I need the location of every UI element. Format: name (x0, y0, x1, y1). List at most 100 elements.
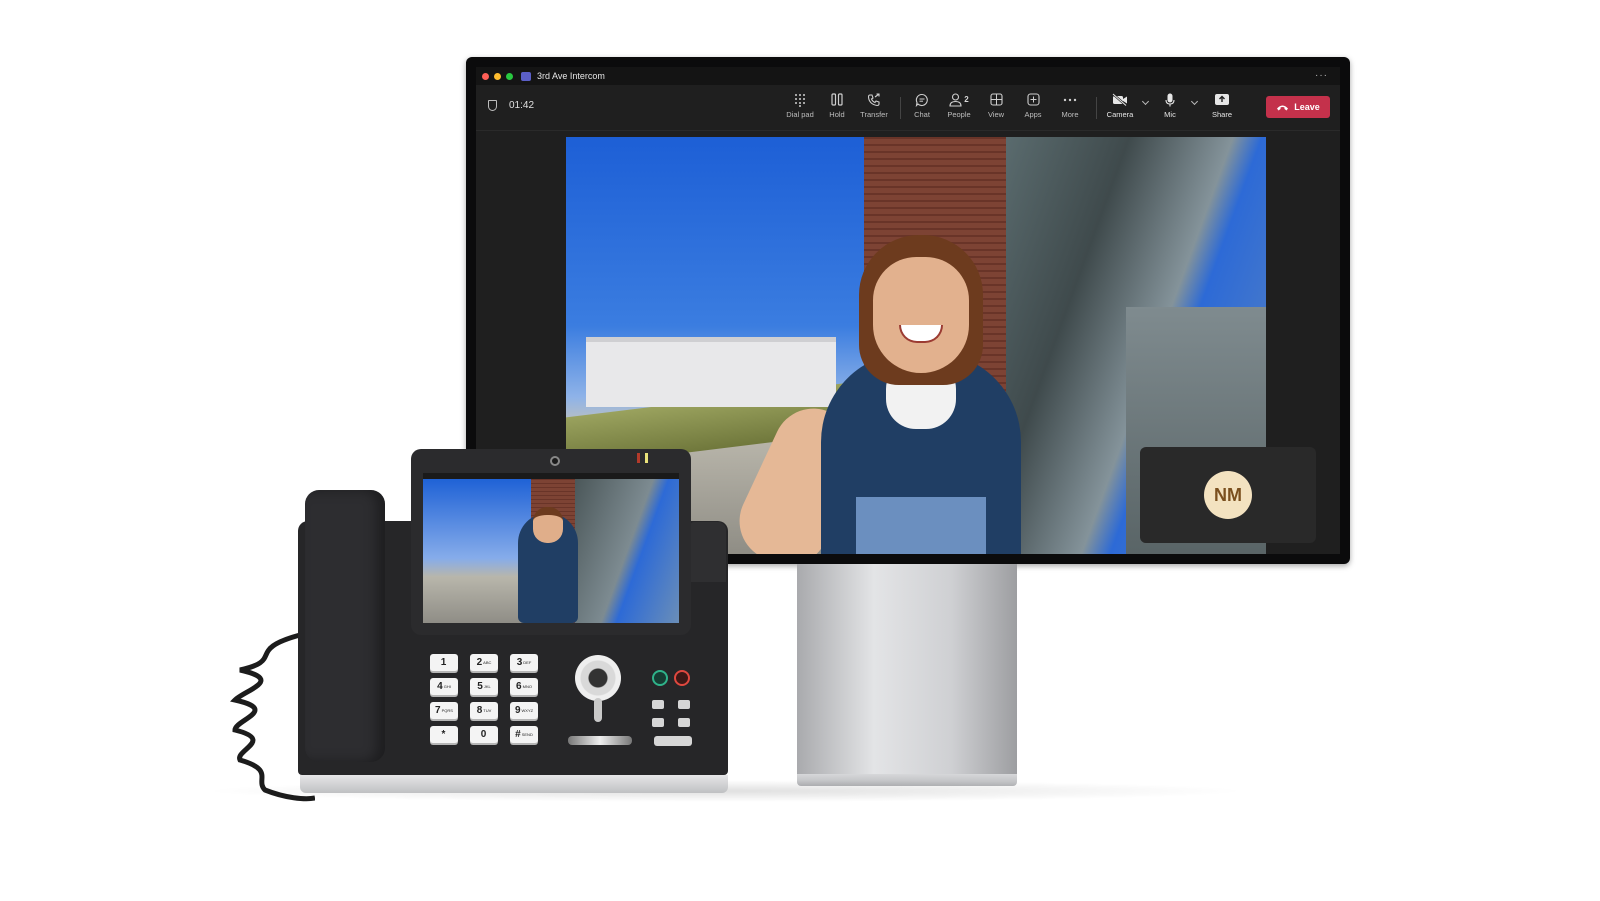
phone-video-glass (575, 479, 679, 623)
camera-button[interactable]: Camera (1102, 91, 1138, 123)
key-digit: 7 (435, 705, 441, 716)
phone-status-bar (423, 473, 679, 479)
window-more-icon[interactable]: ··· (1315, 70, 1328, 81)
self-view-tile[interactable]: NM (1140, 447, 1316, 543)
key-digit: 9 (514, 705, 521, 716)
share-screen-icon (1214, 91, 1230, 108)
mic-button[interactable]: Mic (1152, 91, 1188, 123)
key-7[interactable]: 7 PQRS (430, 702, 458, 719)
call-toolbar: 01:42 Dial pad Hold Transfer Chat 2 Peop… (476, 85, 1340, 131)
video-person-jeans (856, 497, 986, 554)
key-4[interactable]: 4 GHI (430, 678, 458, 695)
hang-up-icon (1277, 105, 1289, 110)
view-button[interactable]: View (978, 91, 1014, 123)
shield-icon (488, 100, 497, 111)
speakerphone-button[interactable] (654, 736, 692, 746)
close-window-dot[interactable] (482, 72, 489, 80)
monitor-stand (797, 564, 1017, 774)
key-letters: GHI (443, 684, 451, 689)
key-digit: 8 (476, 705, 483, 716)
video-person-face (873, 257, 969, 373)
key-1[interactable]: 1 (430, 654, 458, 671)
status-led-red (637, 453, 640, 463)
key-letters: TUV (483, 708, 492, 713)
phone-camera-icon (550, 456, 560, 466)
teams-app-icon (521, 71, 531, 81)
key-2[interactable]: 2 ABC (470, 654, 498, 671)
key-star[interactable]: * (430, 726, 458, 743)
key-digit: 2 (476, 657, 483, 668)
dial-pad-button[interactable]: Dial pad (782, 91, 818, 123)
volume-slider[interactable] (568, 736, 632, 745)
transfer-button[interactable]: Transfer (856, 91, 892, 123)
title-bar: 3rd Ave Intercom ··· (476, 67, 1340, 85)
key-letters: JKL (483, 684, 491, 689)
key-letters: MNO (522, 684, 532, 689)
dial-pad-label: Dial pad (786, 110, 814, 119)
people-button[interactable]: 2 People (941, 91, 977, 123)
chat-button[interactable]: Chat (904, 91, 940, 123)
phone-handset[interactable] (305, 490, 385, 762)
key-digit: # (515, 729, 521, 740)
headset-button[interactable] (652, 670, 668, 686)
key-8[interactable]: 8 TUV (470, 702, 498, 719)
key-9[interactable]: 9 WXYZ (510, 702, 538, 719)
transfer-label: Transfer (860, 110, 888, 119)
conference-button[interactable] (678, 718, 690, 727)
key-letters: SEND (521, 732, 533, 737)
people-count: 2 (964, 95, 969, 104)
hold-button[interactable]: Hold (819, 91, 855, 123)
grid-view-icon (989, 91, 1003, 108)
key-digit: 3 (516, 657, 523, 668)
apps-button[interactable]: Apps (1015, 91, 1051, 123)
chat-label: Chat (914, 110, 930, 119)
key-3[interactable]: 3 DEF (510, 654, 538, 671)
mute-button[interactable] (674, 670, 690, 686)
camera-label: Camera (1106, 110, 1134, 119)
video-building (586, 337, 836, 407)
phone-video-screen[interactable] (423, 473, 679, 623)
messages-button[interactable] (652, 700, 664, 709)
key-letters: DEF (523, 660, 532, 665)
add-apps-icon (1026, 91, 1040, 108)
people-icon (949, 92, 962, 107)
leave-label: Leave (1294, 102, 1320, 112)
more-button[interactable]: More (1052, 91, 1088, 123)
camera-options-chevron-icon[interactable] (1141, 97, 1150, 106)
window-title: 3rd Ave Intercom (537, 71, 605, 81)
handset-cradle (690, 522, 726, 582)
toolbar-separator (900, 97, 901, 119)
key-digit: 1 (440, 657, 447, 668)
key-digit: 0 (480, 729, 487, 740)
minimize-window-dot[interactable] (494, 72, 501, 80)
leave-call-button[interactable]: Leave (1266, 96, 1330, 118)
call-timer: 01:42 (509, 100, 535, 111)
hold-label: Hold (829, 110, 845, 119)
key-letters: PQRS (441, 708, 453, 713)
key-digit: 5 (477, 681, 483, 692)
people-icon-wrapper: 2 (949, 91, 969, 108)
navigation-ring[interactable] (575, 655, 621, 701)
more-dots-icon (1063, 91, 1077, 108)
redial-button[interactable] (652, 718, 664, 727)
avatar: NM (1204, 471, 1252, 519)
key-digit: 6 (516, 681, 522, 692)
maximize-window-dot[interactable] (506, 72, 513, 80)
dialpad-icon (794, 91, 806, 108)
key-5[interactable]: 5 JKL (470, 678, 498, 695)
key-hash[interactable]: # SEND (510, 726, 538, 743)
microphone-icon (1165, 91, 1175, 108)
key-digit: 4 (437, 681, 443, 692)
status-led-green (645, 453, 648, 463)
phone-video-face (533, 507, 563, 543)
camera-off-icon (1112, 91, 1128, 108)
mic-options-chevron-icon[interactable] (1190, 97, 1199, 106)
key-0[interactable]: 0 (470, 726, 498, 743)
key-digit: * (441, 729, 446, 740)
apps-label: Apps (1024, 110, 1042, 119)
share-button[interactable]: Share (1204, 91, 1240, 123)
key-letters: WXYZ (521, 708, 534, 713)
key-6[interactable]: 6 MNO (510, 678, 538, 695)
contacts-button[interactable] (678, 700, 690, 709)
people-label: People (947, 110, 971, 119)
